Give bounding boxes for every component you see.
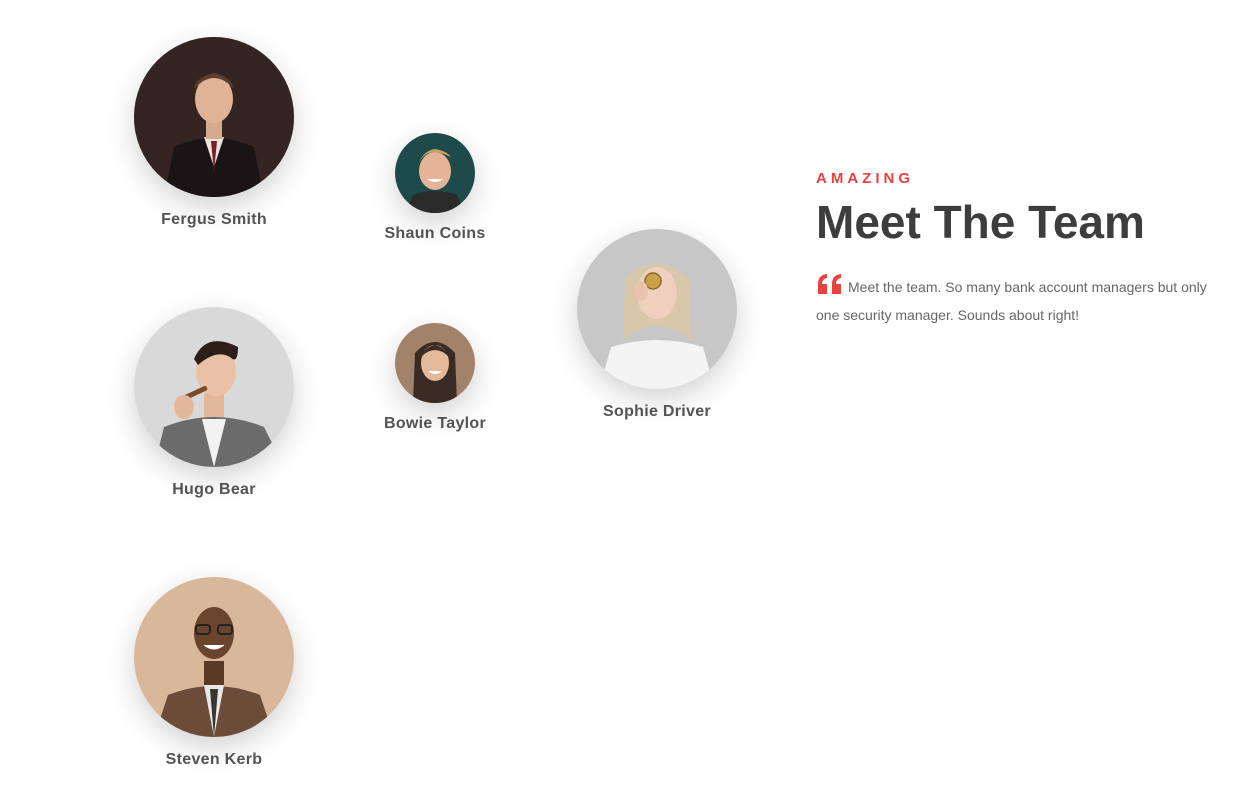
portrait-image bbox=[134, 307, 294, 467]
avatar-fergus[interactable] bbox=[134, 37, 294, 197]
team-member-shaun[interactable]: Shaun Coins bbox=[375, 133, 495, 243]
team-member-sophie[interactable]: Sophie Driver bbox=[577, 229, 737, 421]
intro-quote-text: Meet the team. So many bank account mana… bbox=[816, 278, 1207, 323]
portrait-image bbox=[395, 323, 475, 403]
portrait-image bbox=[395, 133, 475, 213]
portrait-image bbox=[134, 577, 294, 737]
avatar-bowie[interactable] bbox=[395, 323, 475, 403]
avatar-shaun[interactable] bbox=[395, 133, 475, 213]
intro-quote: Meet the team. So many bank account mana… bbox=[816, 272, 1226, 329]
team-member-fergus[interactable]: Fergus Smith bbox=[134, 37, 294, 229]
portrait-image bbox=[577, 229, 737, 389]
section-eyebrow: AMAZING bbox=[816, 170, 914, 187]
team-member-bowie[interactable]: Bowie Taylor bbox=[375, 323, 495, 433]
team-member-hugo[interactable]: Hugo Bear bbox=[134, 307, 294, 499]
member-name: Sophie Driver bbox=[603, 403, 711, 420]
quote-icon bbox=[816, 272, 844, 296]
team-member-steven[interactable]: Steven Kerb bbox=[134, 577, 294, 769]
member-name: Shaun Coins bbox=[384, 225, 486, 242]
avatar-sophie[interactable] bbox=[577, 229, 737, 389]
member-name: Bowie Taylor bbox=[384, 415, 486, 432]
section-heading: Meet The Team bbox=[816, 196, 1145, 248]
avatar-steven[interactable] bbox=[134, 577, 294, 737]
member-name: Fergus Smith bbox=[161, 211, 267, 228]
avatar-hugo[interactable] bbox=[134, 307, 294, 467]
team-intro: AMAZING Meet The Team Meet the team. So … bbox=[816, 170, 1226, 329]
member-name: Hugo Bear bbox=[172, 481, 256, 498]
member-name: Steven Kerb bbox=[165, 751, 263, 768]
portrait-image bbox=[134, 37, 294, 197]
